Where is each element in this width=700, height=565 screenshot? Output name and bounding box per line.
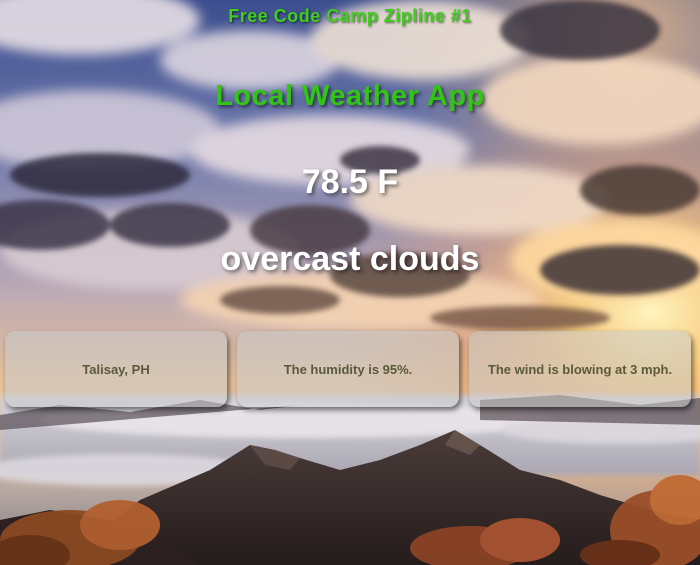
humidity-card: The humidity is 95%. <box>237 331 459 407</box>
page-title: Free Code Camp Zipline #1 <box>228 6 472 26</box>
temperature-readout: 78.5 F <box>301 163 399 201</box>
location-text: Talisay, PH <box>82 361 150 377</box>
wind-card: The wind is blowing at 3 mph. <box>469 331 691 407</box>
weather-description: overcast clouds <box>220 240 480 278</box>
wind-text: The wind is blowing at 3 mph. <box>487 361 673 377</box>
app-title: Local Weather App <box>215 80 485 112</box>
location-card: Talisay, PH <box>5 331 227 407</box>
humidity-text: The humidity is 95%. <box>283 361 413 377</box>
